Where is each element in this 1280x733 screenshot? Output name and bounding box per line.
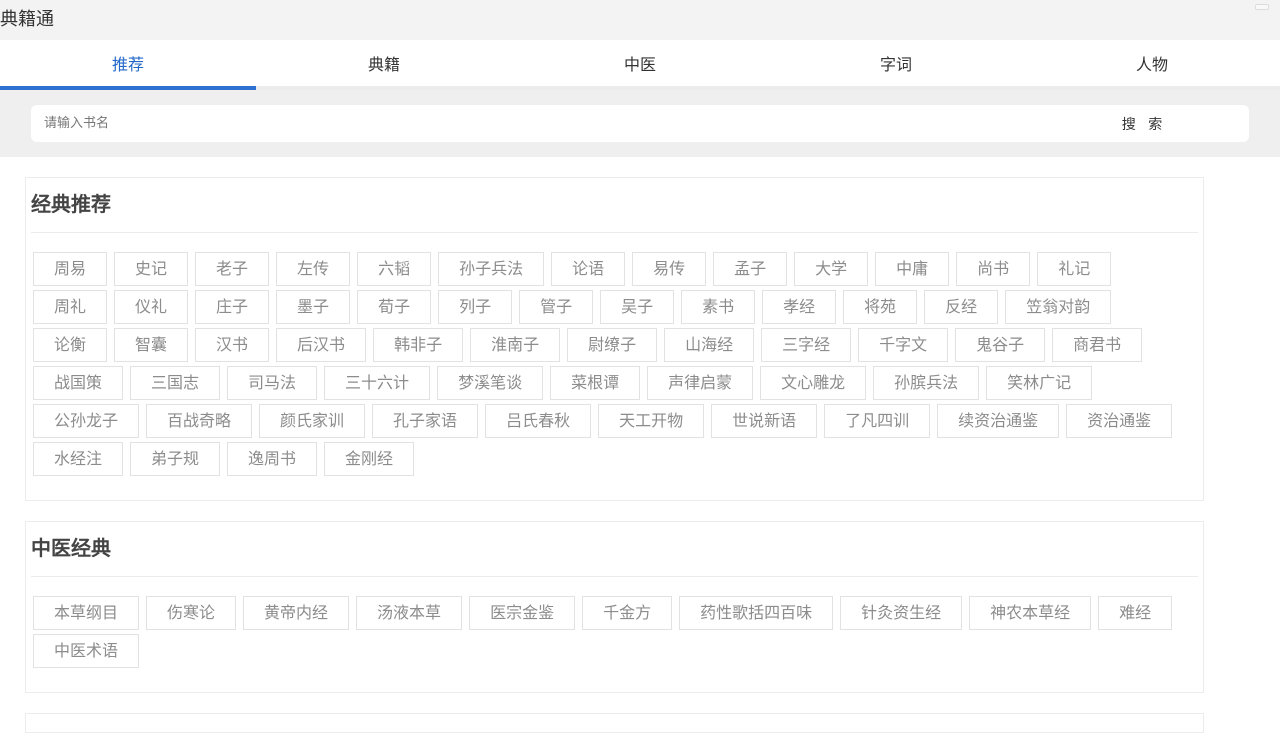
book-tag[interactable]: 千字文 [858, 328, 949, 362]
book-tag[interactable]: 司马法 [227, 366, 318, 400]
book-tag[interactable]: 续资治通鉴 [937, 404, 1060, 438]
book-tag[interactable]: 中医术语 [33, 634, 140, 668]
minimize-icon[interactable] [1255, 4, 1269, 10]
book-tag[interactable]: 吴子 [600, 290, 675, 324]
tab-label: 字词 [879, 55, 912, 74]
book-tag[interactable]: 老子 [195, 252, 270, 286]
book-tag[interactable]: 后汉书 [276, 328, 367, 362]
tab-people[interactable]: 人物 [1024, 40, 1280, 86]
book-tag[interactable]: 孙膑兵法 [873, 366, 980, 400]
book-tag[interactable]: 仪礼 [114, 290, 189, 324]
section-tcm-classics: 中医经典 本草纲目 伤寒论 黄帝内经 汤液本草 医宗金鉴 千金方 药性歌括四百味 针灸资生经神… [25, 521, 1204, 693]
section-title: 经典推荐 [31, 178, 1198, 233]
book-tag[interactable]: 文心雕龙 [760, 366, 867, 400]
book-tag-list: 本草纲目 伤寒论 黄帝内经 汤液本草 医宗金鉴 千金方 药性歌括四百味 针灸资生经 神农本草经难… [26, 577, 1198, 672]
book-tag[interactable]: 弟子规 [130, 442, 221, 476]
book-tag[interactable]: 山海经 [664, 328, 755, 362]
book-tag[interactable]: 素书 [681, 290, 756, 324]
book-tag[interactable]: 世说新语 [711, 404, 818, 438]
book-tag[interactable]: 周易 [33, 252, 108, 286]
book-tag[interactable]: 庄子 [195, 290, 270, 324]
book-tag[interactable]: 难经 [1098, 596, 1173, 630]
book-tag[interactable]: 汉书 [195, 328, 270, 362]
tab-classics[interactable]: 典籍 [256, 40, 512, 86]
book-tag[interactable]: 三国志 [130, 366, 221, 400]
book-tag[interactable]: 左传 [276, 252, 351, 286]
book-tag[interactable]: 金刚经 [324, 442, 415, 476]
book-tag[interactable]: 孝经 [762, 290, 837, 324]
book-tag[interactable]: 黄帝内经 [243, 596, 350, 630]
tab-bar: 推荐 典籍 中医 字词 人物 [0, 40, 1280, 90]
section-next-partial [25, 713, 1204, 733]
tab-label: 典籍 [367, 55, 400, 74]
book-tag[interactable]: 反经 [924, 290, 999, 324]
search-button[interactable]: 搜 索 [1089, 105, 1199, 142]
book-tag[interactable]: 声律启蒙 [647, 366, 754, 400]
book-tag[interactable]: 逸周书 [227, 442, 318, 476]
book-tag[interactable]: 淮南子 [470, 328, 561, 362]
book-tag[interactable]: 墨子 [276, 290, 351, 324]
book-tag[interactable]: 伤寒论 [146, 596, 237, 630]
book-tag[interactable]: 韩非子 [373, 328, 464, 362]
book-tag[interactable]: 三十六计 [324, 366, 431, 400]
tab-label: 人物 [1135, 55, 1168, 74]
tab-label: 中医 [623, 55, 656, 74]
book-tag[interactable]: 梦溪笔谈 [437, 366, 544, 400]
search-box: 搜 索 [31, 105, 1249, 142]
book-tag[interactable]: 千金方 [582, 596, 673, 630]
book-tag[interactable]: 易传 [632, 252, 707, 286]
book-tag[interactable]: 大学 [794, 252, 869, 286]
tab-label: 推荐 [111, 55, 144, 74]
book-tag[interactable]: 周礼 [33, 290, 108, 324]
book-tag[interactable]: 孙子兵法 [438, 252, 545, 286]
book-tag[interactable]: 菜根谭 [550, 366, 641, 400]
title-bar: 典籍通 [0, 0, 1280, 40]
book-tag[interactable]: 孟子 [713, 252, 788, 286]
book-tag[interactable]: 荀子 [357, 290, 432, 324]
book-tag[interactable]: 礼记 [1037, 252, 1112, 286]
book-tag[interactable]: 笠翁对韵 [1005, 290, 1112, 324]
book-tag[interactable]: 资治通鉴 [1066, 404, 1173, 438]
book-tag[interactable]: 史记 [114, 252, 189, 286]
book-tag[interactable]: 管子 [519, 290, 594, 324]
book-tag[interactable]: 列子 [438, 290, 513, 324]
book-tag[interactable]: 论语 [551, 252, 626, 286]
book-tag[interactable]: 笑林广记 [986, 366, 1093, 400]
book-tag[interactable]: 商君书 [1052, 328, 1143, 362]
book-tag[interactable]: 尉缭子 [567, 328, 658, 362]
book-tag[interactable]: 智囊 [114, 328, 189, 362]
book-tag[interactable]: 论衡 [33, 328, 108, 362]
book-tag[interactable]: 将苑 [843, 290, 918, 324]
book-tag[interactable]: 三字经 [761, 328, 852, 362]
book-tag[interactable]: 尚书 [956, 252, 1031, 286]
book-tag[interactable]: 汤液本草 [356, 596, 463, 630]
book-tag[interactable]: 鬼谷子 [955, 328, 1046, 362]
book-tag[interactable]: 吕氏春秋 [485, 404, 592, 438]
book-tag[interactable]: 本草纲目 [33, 596, 140, 630]
book-tag[interactable]: 针灸资生经 [840, 596, 963, 630]
book-tag-list: 周易 史记 老子 左传 六韬 孙子兵法 论语 易传 孟子 大学 中庸 尚书 礼记周礼 仪礼 庄子 墨子 荀子 列子… [26, 233, 1198, 480]
book-tag[interactable]: 战国策 [33, 366, 124, 400]
book-tag[interactable]: 孔子家语 [372, 404, 479, 438]
search-area: 搜 索 [0, 90, 1280, 157]
book-tag[interactable]: 公孙龙子 [33, 404, 140, 438]
book-tag[interactable]: 医宗金鉴 [469, 596, 576, 630]
section-title: 中医经典 [31, 522, 1198, 577]
section-classic-recommendations: 经典推荐 周易 史记 老子 左传 六韬 孙子兵法 论语 易传 孟子 大学 中庸 尚书 礼记周礼 仪礼 庄子墨… [25, 177, 1204, 501]
app-title: 典籍通 [0, 9, 54, 30]
book-tag[interactable]: 六韬 [357, 252, 432, 286]
tab-tcm[interactable]: 中医 [512, 40, 768, 86]
book-tag[interactable]: 水经注 [33, 442, 124, 476]
book-tag[interactable]: 中庸 [875, 252, 950, 286]
book-tag[interactable]: 了凡四训 [824, 404, 931, 438]
book-tag[interactable]: 天工开物 [598, 404, 705, 438]
tab-recommend[interactable]: 推荐 [0, 40, 256, 90]
book-tag[interactable]: 药性歌括四百味 [679, 596, 834, 630]
book-tag[interactable]: 神农本草经 [969, 596, 1092, 630]
book-tag[interactable]: 百战奇略 [146, 404, 253, 438]
book-tag[interactable]: 颜氏家训 [259, 404, 366, 438]
tab-words[interactable]: 字词 [768, 40, 1024, 86]
search-input[interactable] [31, 105, 1071, 142]
